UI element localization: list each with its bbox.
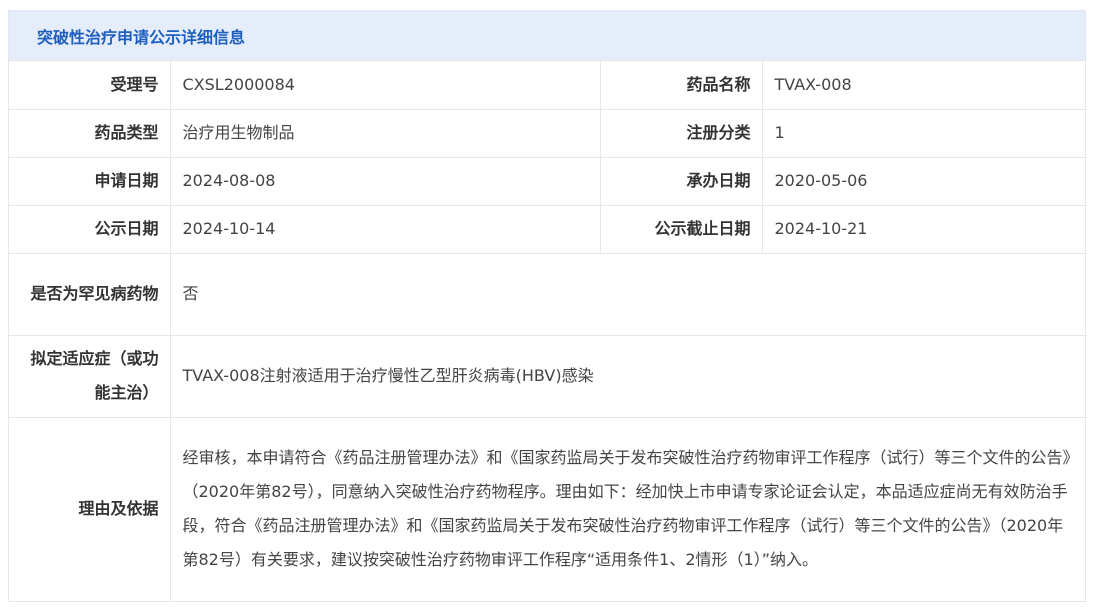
apply-date-value: 2024-08-08 — [169, 156, 601, 206]
panel-title: 突破性治疗申请公示详细信息 — [9, 11, 1085, 61]
reg-class-label: 注册分类 — [599, 108, 763, 158]
detail-table: 受理号 CXSL2000084 药品名称 TVAX-008 药品类型 治疗用生物… — [9, 61, 1087, 601]
publish-end-date-label: 公示截止日期 — [599, 204, 763, 254]
rare-disease-value: 否 — [169, 252, 1087, 336]
handle-date-value: 2020-05-06 — [761, 156, 1087, 206]
reason-label: 理由及依据 — [9, 416, 171, 601]
drug-type-value: 治疗用生物制品 — [169, 108, 601, 158]
indication-label: 拟定适应症（或功能主治） — [9, 334, 171, 418]
reason-value: 经审核，本申请符合《药品注册管理办法》和《国家药监局关于发布突破性治疗药物审评工… — [169, 416, 1087, 601]
drug-type-label: 药品类型 — [9, 108, 171, 158]
handle-date-label: 承办日期 — [599, 156, 763, 206]
accept-no-value: CXSL2000084 — [169, 61, 601, 110]
indication-value: TVAX-008注射液适用于治疗慢性乙型肝炎病毒(HBV)感染 — [169, 334, 1087, 418]
apply-date-label: 申请日期 — [9, 156, 171, 206]
drug-name-value: TVAX-008 — [761, 61, 1087, 110]
table-row: 申请日期 2024-08-08 承办日期 2020-05-06 — [9, 156, 1087, 206]
table-row: 拟定适应症（或功能主治） TVAX-008注射液适用于治疗慢性乙型肝炎病毒(HB… — [9, 334, 1087, 418]
table-row: 理由及依据 经审核，本申请符合《药品注册管理办法》和《国家药监局关于发布突破性治… — [9, 416, 1087, 601]
rare-disease-label: 是否为罕见病药物 — [9, 252, 171, 336]
table-row: 公示日期 2024-10-14 公示截止日期 2024-10-21 — [9, 204, 1087, 254]
table-row: 药品类型 治疗用生物制品 注册分类 1 — [9, 108, 1087, 158]
table-row: 受理号 CXSL2000084 药品名称 TVAX-008 — [9, 61, 1087, 110]
detail-panel: 突破性治疗申请公示详细信息 受理号 CXSL2000084 药品名称 TVAX-… — [8, 10, 1087, 602]
reg-class-value: 1 — [761, 108, 1087, 158]
publish-date-value: 2024-10-14 — [169, 204, 601, 254]
publish-date-label: 公示日期 — [9, 204, 171, 254]
table-row: 是否为罕见病药物 否 — [9, 252, 1087, 336]
accept-no-label: 受理号 — [9, 61, 171, 110]
publish-end-date-value: 2024-10-21 — [761, 204, 1087, 254]
drug-name-label: 药品名称 — [599, 61, 763, 110]
